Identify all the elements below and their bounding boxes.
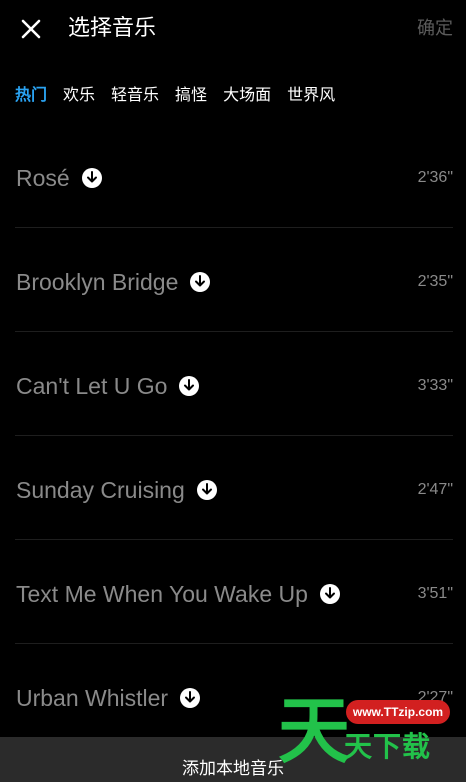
add-local-music-button[interactable]: 添加本地音乐	[0, 737, 466, 782]
tab-light-music[interactable]: 轻音乐	[111, 84, 159, 106]
category-tabs: 热门 欢乐 轻音乐 搞怪 大场面 世界风	[15, 84, 351, 106]
song-row[interactable]: Sunday Cruising 2'47"	[15, 436, 453, 540]
header: 选择音乐 确定	[0, 0, 466, 58]
page-title: 选择音乐	[68, 16, 157, 41]
tab-world[interactable]: 世界风	[287, 84, 335, 106]
download-icon[interactable]	[179, 376, 200, 396]
song-title: Text Me When You Wake Up	[16, 581, 308, 607]
tab-epic[interactable]: 大场面	[223, 84, 271, 106]
song-list: Rosé 2'36" Brooklyn Bridge 2'35" Can't L…	[15, 124, 453, 748]
add-local-music-label: 添加本地音乐	[182, 759, 284, 779]
download-icon[interactable]	[190, 272, 211, 292]
song-row[interactable]: Brooklyn Bridge 2'35"	[15, 228, 453, 332]
song-title: Urban Whistler	[16, 685, 169, 711]
song-title: Can't Let U Go	[16, 373, 168, 399]
song-duration: 2'35"	[417, 273, 453, 290]
confirm-button[interactable]: 确定	[417, 17, 453, 41]
song-info: Rosé	[16, 164, 102, 192]
download-icon[interactable]	[81, 168, 102, 188]
song-info: Brooklyn Bridge	[16, 268, 211, 296]
song-row[interactable]: Text Me When You Wake Up 3'51"	[15, 540, 453, 644]
close-icon	[21, 19, 41, 39]
song-info: Text Me When You Wake Up	[16, 580, 340, 608]
song-duration: 2'47"	[417, 481, 453, 498]
song-info: Can't Let U Go	[16, 372, 200, 400]
song-row[interactable]: Urban Whistler 2'27"	[15, 644, 453, 748]
download-icon[interactable]	[196, 480, 217, 500]
song-duration: 2'27"	[417, 689, 453, 706]
song-title: Sunday Cruising	[16, 477, 185, 503]
song-duration: 2'36"	[417, 169, 453, 186]
song-info: Urban Whistler	[16, 684, 201, 712]
music-picker-screen: 选择音乐 确定 热门 欢乐 轻音乐 搞怪 大场面 世界风 Rosé 2'36" …	[0, 0, 466, 782]
download-icon[interactable]	[180, 688, 201, 708]
song-title: Brooklyn Bridge	[16, 269, 179, 295]
song-row[interactable]: Rosé 2'36"	[15, 124, 453, 228]
song-duration: 3'51"	[417, 585, 453, 602]
download-icon[interactable]	[319, 584, 340, 604]
tab-hot[interactable]: 热门	[15, 84, 47, 106]
song-info: Sunday Cruising	[16, 476, 217, 504]
song-row[interactable]: Can't Let U Go 3'33"	[15, 332, 453, 436]
tab-happy[interactable]: 欢乐	[63, 84, 95, 106]
tab-funny[interactable]: 搞怪	[175, 84, 207, 106]
song-title: Rosé	[16, 165, 70, 191]
song-duration: 3'33"	[417, 377, 453, 394]
close-button[interactable]	[16, 14, 46, 44]
